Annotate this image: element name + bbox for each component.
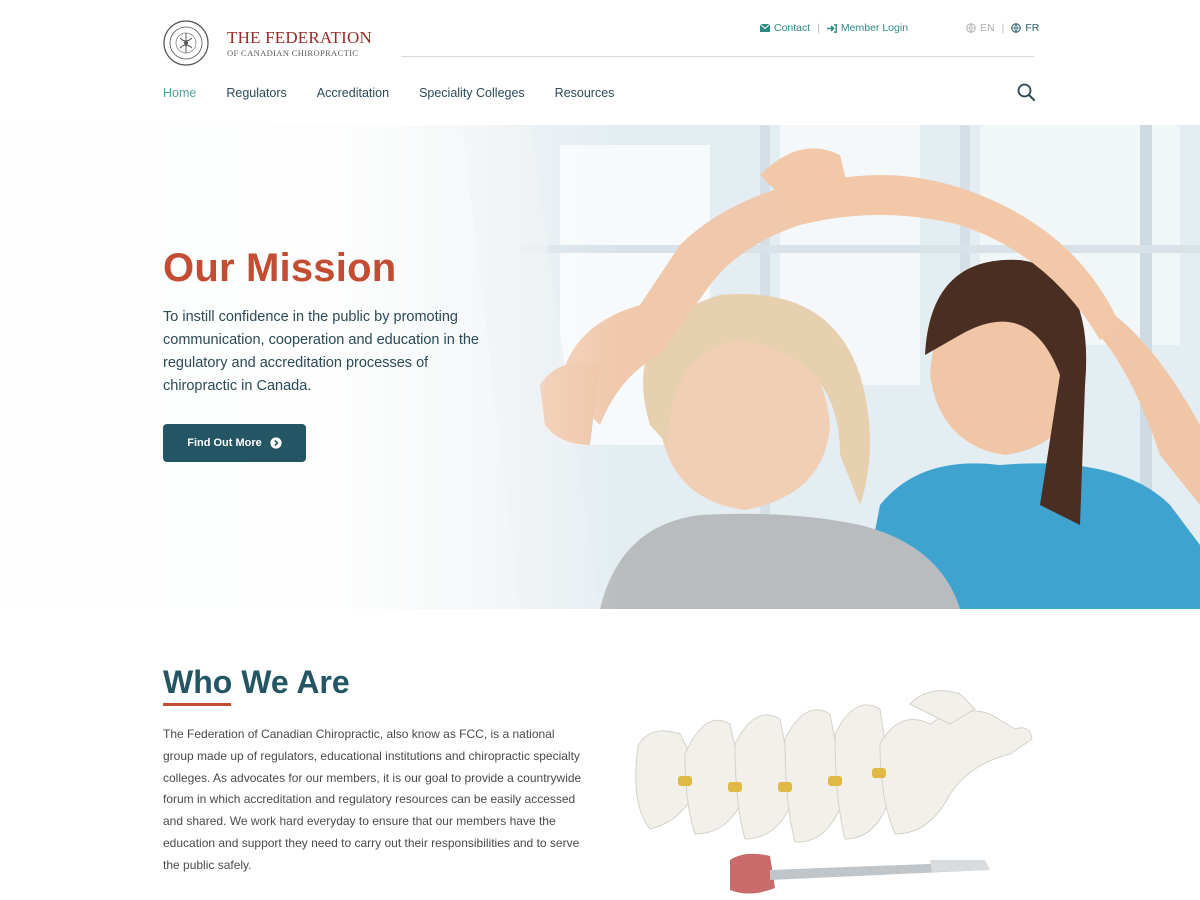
member-login-label: Member Login [840, 22, 909, 34]
lang-en-label: EN [980, 22, 995, 34]
main-nav: Home Regulators Accreditation Speciality… [163, 85, 644, 101]
hero-description: To instill confidence in the public by p… [163, 309, 479, 394]
chevron-right-circle-icon [270, 437, 282, 449]
utility-separator: | [817, 22, 820, 34]
lang-fr-label: FR [1025, 22, 1040, 34]
who-we-are-title: Who We Are [163, 664, 350, 700]
globe-icon [966, 23, 976, 33]
lang-en-link[interactable]: EN [966, 22, 995, 34]
sign-in-icon [826, 23, 837, 33]
utility-links: Contact | Member Login [760, 22, 908, 34]
title-underline [163, 703, 231, 706]
nav-item-accreditation[interactable]: Accreditation [317, 85, 389, 101]
nav-item-speciality-colleges[interactable]: Speciality Colleges [419, 85, 525, 101]
logo-title: THE FEDERATION [227, 27, 372, 47]
lang-fr-link[interactable]: FR [1011, 22, 1039, 34]
language-separator: | [1001, 22, 1005, 34]
contact-label: Contact [774, 22, 811, 34]
logo-subtitle: OF CANADIAN CHIROPRACTIC [227, 47, 359, 58]
hero-title: Our Mission [163, 246, 397, 290]
nav-item-resources[interactable]: Resources [555, 85, 615, 101]
envelope-icon [760, 24, 770, 32]
find-out-more-button[interactable]: Find Out More [163, 424, 306, 462]
header-divider [401, 56, 1034, 57]
language-switcher: EN | FR [966, 22, 1039, 34]
who-we-are-description: The Federation of Canadian Chiropractic,… [163, 727, 582, 872]
logo-wordmark: THE FEDERATION OF CANADIAN CHIROPRACTIC [227, 27, 372, 58]
search-icon[interactable] [1016, 82, 1036, 102]
contact-link[interactable]: Contact [760, 22, 810, 34]
globe-icon [1011, 23, 1022, 33]
member-login-link[interactable]: Member Login [826, 22, 909, 34]
nav-item-home[interactable]: Home [163, 85, 196, 101]
site-header: THE FEDERATION OF CANADIAN CHIROPRACTIC … [0, 0, 1200, 125]
spine-model-image [635, 690, 1033, 894]
federation-seal-icon [163, 20, 209, 66]
hero-banner: Our Mission To instill confidence in the… [0, 125, 1200, 609]
nav-item-regulators[interactable]: Regulators [226, 85, 286, 101]
find-out-more-label: Find Out More [187, 437, 262, 449]
site-logo[interactable]: THE FEDERATION OF CANADIAN CHIROPRACTIC [163, 20, 372, 66]
